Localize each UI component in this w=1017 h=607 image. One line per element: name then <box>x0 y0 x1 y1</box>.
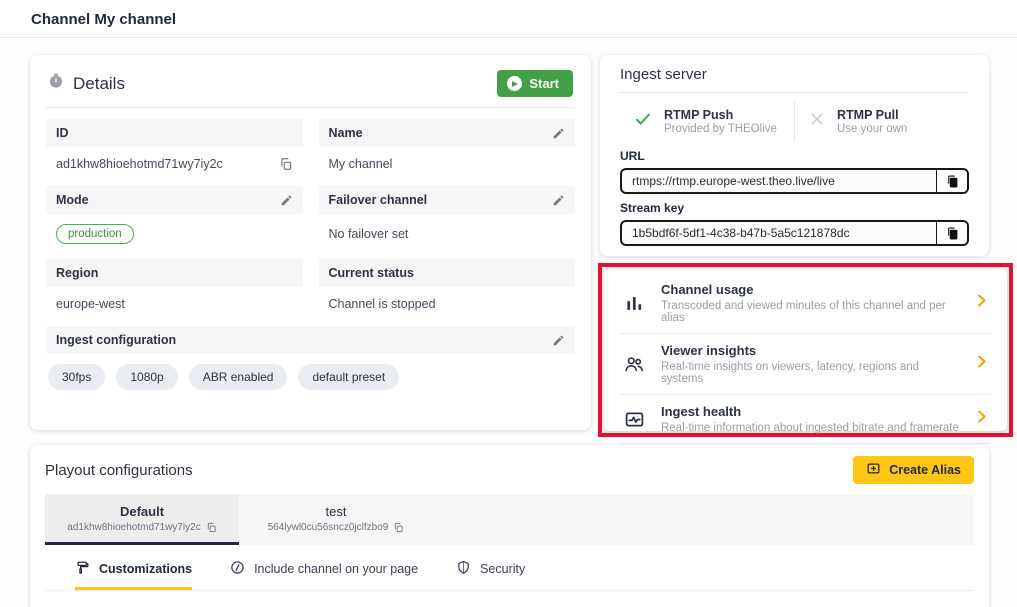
field-label-name: Name <box>319 119 576 147</box>
ingest-health-item[interactable]: Ingest health Real-time information abou… <box>620 395 991 444</box>
shield-icon <box>456 560 471 578</box>
embed-code-icon <box>230 560 245 578</box>
stream-key-label: Stream key <box>620 201 969 215</box>
ingest-health-icon <box>622 409 646 430</box>
tab-customizations[interactable]: Customizations <box>75 560 192 590</box>
config-badge: 30fps <box>48 364 105 390</box>
ingest-url-value[interactable]: rtmps://rtmp.europe-west.theo.live/live <box>622 170 936 192</box>
alias-tab-default[interactable]: Default ad1khw8hioehotmd71wy7iy2c <box>45 494 239 545</box>
mode-badge: production <box>56 224 134 244</box>
config-badge: 1080p <box>116 364 177 390</box>
config-badge: ABR enabled <box>189 364 288 390</box>
field-label-region: Region <box>46 259 303 287</box>
copy-url-icon[interactable] <box>936 170 967 192</box>
chevron-right-icon <box>974 293 989 313</box>
channel-detail-page: Channel My channel Details Start ID Name <box>0 0 1017 607</box>
channel-mode-value: production <box>46 214 303 259</box>
copy-alias-id-icon[interactable] <box>206 522 217 533</box>
field-label-status: Current status <box>319 259 576 287</box>
x-icon <box>809 111 825 132</box>
copy-alias-id-icon[interactable] <box>393 522 404 533</box>
field-label-failover: Failover channel <box>319 186 576 214</box>
alias-tab-bar: Default ad1khw8hioehotmd71wy7iy2c test 5… <box>45 494 974 545</box>
ingest-url-field: rtmps://rtmp.europe-west.theo.live/live <box>620 168 969 194</box>
create-alias-button[interactable]: Create Alias <box>853 456 974 484</box>
viewer-insights-item[interactable]: Viewer insights Real-time insights on vi… <box>620 334 991 395</box>
add-square-icon <box>866 461 881 479</box>
edit-mode-pencil-icon[interactable] <box>280 194 293 207</box>
stream-key-value[interactable]: 1b5bdf6f-5df1-4c38-b47b-5a5c121878dc <box>622 222 936 244</box>
tab-include-channel[interactable]: Include channel on your page <box>230 560 418 590</box>
copy-stream-key-icon[interactable] <box>936 222 967 244</box>
channel-usage-item[interactable]: Channel usage Transcoded and viewed minu… <box>620 273 991 334</box>
region-value: europe-west <box>46 287 303 326</box>
details-card-title: Details <box>73 74 125 94</box>
playout-configurations-card: Playout configurations Create Alias Defa… <box>30 445 989 607</box>
stopwatch-icon <box>48 73 64 94</box>
failover-value: No failover set <box>319 214 576 259</box>
insights-card: Channel usage Transcoded and viewed minu… <box>604 269 1007 431</box>
edit-failover-pencil-icon[interactable] <box>552 194 565 207</box>
channel-id-value: ad1khw8hioehotmd71wy7iy2c <box>46 147 303 186</box>
field-label-mode: Mode <box>46 186 303 214</box>
ingest-configuration-badges: 30fps 1080p ABR enabled default preset <box>46 354 575 390</box>
stream-key-field: 1b5bdf6f-5df1-4c38-b47b-5a5c121878dc <box>620 220 969 246</box>
status-value: Channel is stopped <box>319 287 576 326</box>
rtmp-pull-option[interactable]: RTMP Pull Use your own <box>794 101 969 142</box>
alias-tab-test[interactable]: test 564lywl0cu56sncz0jclfzbo9 <box>239 494 433 545</box>
config-badge: default preset <box>298 364 399 390</box>
ingest-server-card: Ingest server RTMP Push Provided by THEO… <box>600 55 989 256</box>
page-title: Channel My channel <box>31 11 176 28</box>
play-icon <box>507 76 522 91</box>
field-label-ingest-configuration: Ingest configuration <box>46 326 575 354</box>
url-label: URL <box>620 149 969 163</box>
rtmp-push-option[interactable]: RTMP Push Provided by THEOlive <box>620 101 794 142</box>
edit-ingest-configuration-pencil-icon[interactable] <box>552 334 565 347</box>
copy-channel-id-icon[interactable] <box>279 157 293 171</box>
viewers-icon <box>622 353 646 375</box>
details-card: Details Start ID Name ad1khw8hioehotmd71… <box>30 55 591 430</box>
playout-subtab-bar: Customizations Include channel on your p… <box>75 560 974 590</box>
playout-configurations-title: Playout configurations <box>45 462 193 479</box>
ingest-server-title: Ingest server <box>620 66 969 93</box>
bar-chart-icon <box>622 294 646 313</box>
tab-security[interactable]: Security <box>456 560 525 590</box>
edit-name-pencil-icon[interactable] <box>552 127 565 140</box>
field-label-id: ID <box>46 119 303 147</box>
paint-roller-icon <box>75 560 90 578</box>
start-channel-button[interactable]: Start <box>497 70 573 97</box>
check-icon <box>634 110 652 133</box>
channel-name-value: My channel <box>319 147 576 186</box>
chevron-right-icon <box>974 354 989 374</box>
subtab-divider <box>45 590 974 591</box>
red-highlight-annotation: Channel usage Transcoded and viewed minu… <box>598 263 1013 437</box>
chevron-right-icon <box>974 409 989 429</box>
